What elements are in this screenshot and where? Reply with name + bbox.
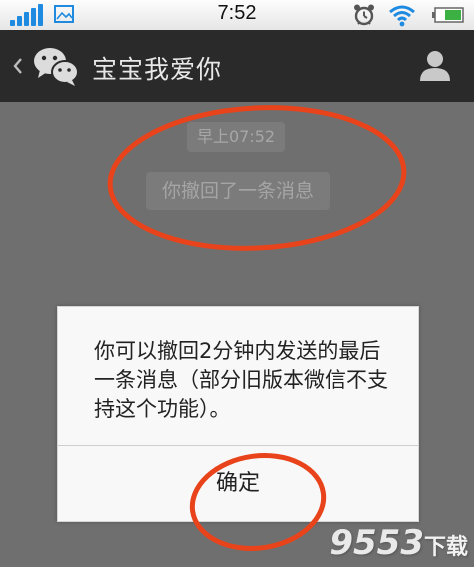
watermark-text: 下载 [423, 535, 468, 560]
wifi-icon [389, 5, 415, 27]
title-bar: 宝宝我爱你 [0, 30, 474, 102]
message-timestamp: 早上07:52 [187, 122, 285, 152]
confirm-button[interactable]: 确定 [58, 446, 418, 521]
recall-notice: 你撤回了一条消息 [146, 172, 330, 210]
person-icon[interactable] [418, 48, 452, 82]
watermark-number: 9553 [329, 523, 424, 563]
site-watermark: 9553下载 [329, 523, 468, 563]
dialog-message: 你可以撤回2分钟内发送的最后一条消息（部分旧版本微信不支持这个功能）。 [94, 339, 388, 421]
alarm-icon [354, 4, 374, 26]
chat-title: 宝宝我爱你 [92, 55, 223, 84]
recall-info-dialog: 你可以撤回2分钟内发送的最后一条消息（部分旧版本微信不支持这个功能）。 确定 [57, 306, 419, 522]
battery-icon [432, 7, 464, 23]
status-bar: 7:52 [0, 0, 474, 30]
wechat-icon [34, 48, 79, 86]
chevron-left-icon[interactable] [12, 56, 24, 76]
